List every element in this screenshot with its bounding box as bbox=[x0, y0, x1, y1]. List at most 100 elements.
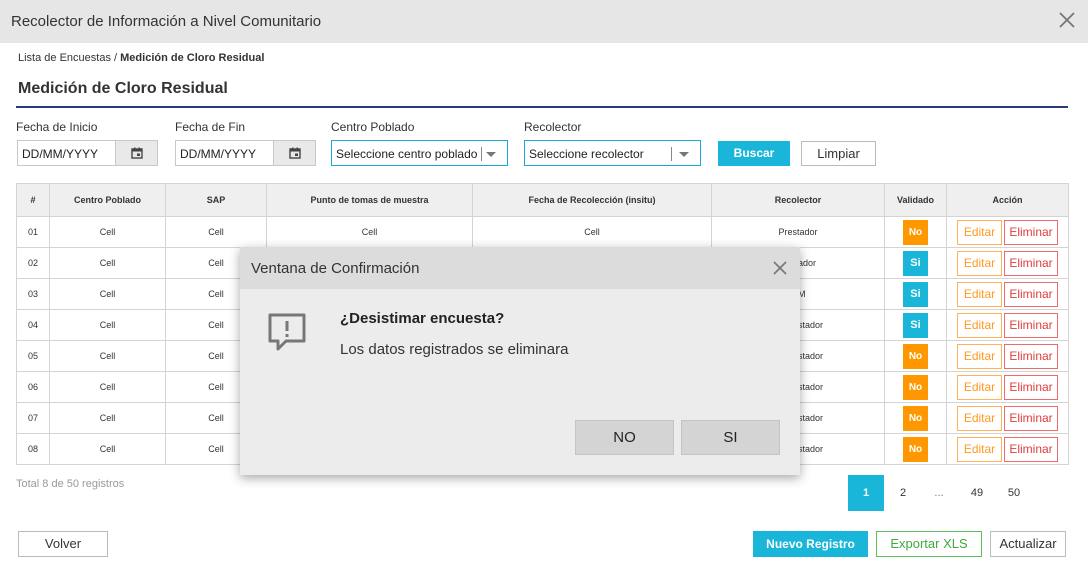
cell-validado: No bbox=[884, 402, 947, 434]
page-title: Medición de Cloro Residual bbox=[18, 80, 228, 97]
row-number: 05 bbox=[16, 340, 50, 372]
fecha-fin-label: Fecha de Fin bbox=[175, 120, 246, 134]
cell-validado: Si bbox=[884, 309, 947, 341]
column-header: Punto de tomas de muestra bbox=[266, 183, 473, 217]
chevron-down-icon[interactable] bbox=[679, 152, 689, 157]
si-button[interactable]: SI bbox=[681, 420, 780, 455]
recolector-value: Seleccione recolector bbox=[529, 147, 644, 161]
fecha-inicio-field[interactable]: DD/MM/YYYY bbox=[17, 140, 158, 166]
dialog-question: ¿Desistimar encuesta? bbox=[340, 310, 505, 327]
cell-accion: Editar Eliminar bbox=[946, 371, 1069, 403]
confirmation-dialog: Ventana de Confirmación ¿Desistimar encu… bbox=[240, 247, 800, 475]
column-header: # bbox=[16, 183, 50, 217]
dialog-title: Ventana de Confirmación bbox=[251, 260, 420, 277]
volver-button[interactable]: Volver bbox=[18, 531, 108, 557]
edit-button[interactable]: Editar bbox=[957, 405, 1002, 431]
delete-button[interactable]: Eliminar bbox=[1004, 436, 1058, 462]
delete-button[interactable]: Eliminar bbox=[1004, 343, 1058, 369]
fecha-inicio-value: DD/MM/YYYY bbox=[22, 147, 99, 161]
column-header: Centro Poblado bbox=[49, 183, 166, 217]
edit-button[interactable]: Editar bbox=[957, 281, 1002, 307]
delete-button[interactable]: Eliminar bbox=[1004, 405, 1058, 431]
cell-validado: No bbox=[884, 340, 947, 372]
cell-accion: Editar Eliminar bbox=[946, 247, 1069, 279]
cell-recolector: Prestador bbox=[711, 216, 885, 248]
cell-validado: Si bbox=[884, 278, 947, 310]
title-divider bbox=[16, 106, 1068, 108]
row-number: 08 bbox=[16, 433, 50, 465]
cell-centro-poblado: Cell bbox=[49, 433, 166, 465]
dialog-message: Los datos registrados se eliminara bbox=[340, 341, 569, 358]
fecha-fin-value: DD/MM/YYYY bbox=[180, 147, 257, 161]
close-icon[interactable] bbox=[772, 260, 788, 276]
status-badge: Si bbox=[903, 281, 928, 307]
edit-button[interactable]: Editar bbox=[957, 436, 1002, 462]
breadcrumb-parent-link[interactable]: Lista de Encuestas bbox=[18, 52, 111, 64]
cell-centro-poblado: Cell bbox=[49, 402, 166, 434]
cell-validado: No bbox=[884, 371, 947, 403]
status-badge: Si bbox=[903, 312, 928, 338]
column-header: Recolector bbox=[711, 183, 885, 217]
actualizar-button[interactable]: Actualizar bbox=[990, 531, 1066, 557]
edit-button[interactable]: Editar bbox=[957, 343, 1002, 369]
total-records: Total 8 de 50 registros bbox=[16, 478, 125, 490]
exportar-xls-button[interactable]: Exportar XLS bbox=[876, 531, 982, 557]
delete-button[interactable]: Eliminar bbox=[1004, 374, 1058, 400]
close-icon[interactable] bbox=[1058, 11, 1076, 29]
row-number: 07 bbox=[16, 402, 50, 434]
delete-button[interactable]: Eliminar bbox=[1004, 312, 1058, 338]
centro-poblado-label: Centro Poblado bbox=[331, 120, 415, 134]
page-button-1[interactable]: 1 bbox=[848, 475, 884, 511]
cell-centro-poblado: Cell bbox=[49, 247, 166, 279]
cell-validado: No bbox=[884, 216, 947, 248]
fecha-inicio-label: Fecha de Inicio bbox=[16, 120, 98, 134]
cell-punto: Cell bbox=[266, 216, 473, 248]
cell-sap: Cell bbox=[165, 216, 267, 248]
status-badge: Si bbox=[903, 250, 928, 276]
table-header-row: # Centro Poblado SAP Punto de tomas de m… bbox=[16, 183, 1069, 217]
fecha-fin-field[interactable]: DD/MM/YYYY bbox=[175, 140, 316, 166]
status-badge: No bbox=[903, 436, 928, 462]
row-number: 02 bbox=[16, 247, 50, 279]
delete-button[interactable]: Eliminar bbox=[1004, 219, 1058, 245]
edit-button[interactable]: Editar bbox=[957, 219, 1002, 245]
buscar-button[interactable]: Buscar bbox=[718, 141, 790, 166]
cell-accion: Editar Eliminar bbox=[946, 309, 1069, 341]
cell-accion: Editar Eliminar bbox=[946, 278, 1069, 310]
select-separator bbox=[481, 147, 482, 161]
cell-validado: No bbox=[884, 433, 947, 465]
cell-accion: Editar Eliminar bbox=[946, 216, 1069, 248]
calendar-button[interactable] bbox=[273, 141, 315, 165]
status-badge: No bbox=[903, 374, 928, 400]
edit-button[interactable]: Editar bbox=[957, 250, 1002, 276]
delete-button[interactable]: Eliminar bbox=[1004, 250, 1058, 276]
window-titlebar: Recolector de Información a Nivel Comuni… bbox=[0, 0, 1088, 43]
column-header: SAP bbox=[165, 183, 267, 217]
delete-button[interactable]: Eliminar bbox=[1004, 281, 1058, 307]
calendar-icon bbox=[131, 147, 143, 159]
cell-centro-poblado: Cell bbox=[49, 309, 166, 341]
edit-button[interactable]: Editar bbox=[957, 312, 1002, 338]
calendar-icon bbox=[289, 147, 301, 159]
status-badge: No bbox=[903, 219, 928, 245]
page-button-2[interactable]: 2 bbox=[886, 475, 920, 511]
cell-centro-poblado: Cell bbox=[49, 340, 166, 372]
message-alert-icon bbox=[268, 313, 306, 351]
limpiar-button[interactable]: Limpiar bbox=[801, 141, 876, 166]
column-header: Acción bbox=[946, 183, 1069, 217]
edit-button[interactable]: Editar bbox=[957, 374, 1002, 400]
row-number: 04 bbox=[16, 309, 50, 341]
chevron-down-icon[interactable] bbox=[486, 152, 496, 157]
no-button[interactable]: NO bbox=[575, 420, 674, 455]
recolector-select[interactable]: Seleccione recolector bbox=[524, 140, 701, 166]
page-button-50[interactable]: 50 bbox=[997, 475, 1031, 511]
cell-centro-poblado: Cell bbox=[49, 278, 166, 310]
cell-accion: Editar Eliminar bbox=[946, 433, 1069, 465]
cell-accion: Editar Eliminar bbox=[946, 402, 1069, 434]
calendar-button[interactable] bbox=[115, 141, 157, 165]
centro-poblado-select[interactable]: Seleccione centro poblado bbox=[331, 140, 508, 166]
page-button-49[interactable]: 49 bbox=[960, 475, 994, 511]
recolector-label: Recolector bbox=[524, 120, 582, 134]
select-separator bbox=[671, 147, 672, 161]
nuevo-registro-button[interactable]: Nuevo Registro bbox=[753, 531, 868, 557]
